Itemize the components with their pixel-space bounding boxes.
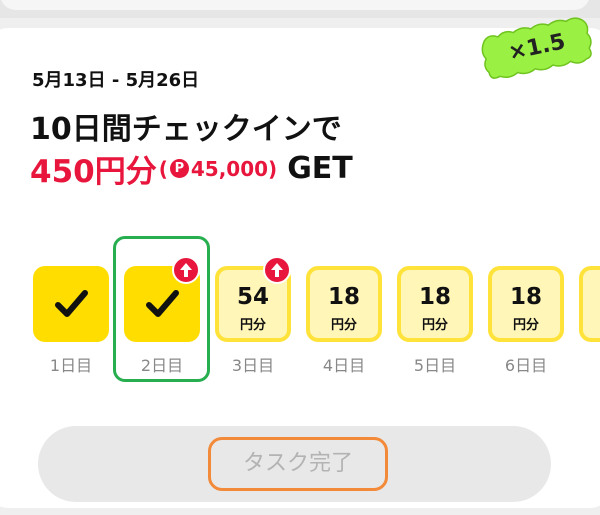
- previous-card-bottom: [0, 0, 590, 10]
- day-1-label: 1日目: [49, 356, 93, 375]
- reward-paren-open: (: [158, 156, 168, 181]
- points-icon: P: [169, 159, 189, 178]
- day-6-amount: 18: [509, 284, 542, 310]
- day-4-label: 4日目: [322, 356, 366, 375]
- day-5-label: 5日目: [413, 356, 457, 375]
- day-5-unit: 円分: [421, 318, 448, 333]
- day-4-stamp: 18 円分: [306, 266, 382, 342]
- day-1-stamp: [33, 266, 109, 342]
- reward-get: GET: [287, 151, 353, 186]
- day-5-stamp: 18 円分: [397, 266, 473, 342]
- day-6-stamp: 18 円分: [488, 266, 564, 342]
- day-3-amount: 54: [236, 284, 269, 310]
- reward-points: 45,000): [190, 156, 278, 181]
- campaign-headline: 10日間チェックインで: [30, 112, 342, 147]
- previous-card-strip: [0, 0, 600, 18]
- reward-line: 450円分 ( P 45,000) GET: [30, 146, 353, 191]
- day-3-unit: 円分: [239, 318, 266, 333]
- campaign-period: 5月13日 - 5月26日: [32, 70, 200, 91]
- check-icon: [55, 290, 88, 317]
- day-2-highlight: [113, 236, 210, 382]
- up-arrow-icon: [263, 256, 291, 284]
- day-3-label: 3日目: [231, 356, 275, 375]
- day-4-amount: 18: [327, 284, 360, 310]
- day-5-amount: 18: [418, 284, 451, 310]
- reward-amount: 450円分: [30, 154, 157, 190]
- day-6-label: 6日目: [504, 356, 548, 375]
- up-arrow-icon-shape: [271, 263, 283, 277]
- day-7-stamp-partial: [579, 266, 600, 342]
- day-4-unit: 円分: [330, 318, 357, 333]
- task-complete-label: タスク完了: [208, 437, 388, 491]
- day-6-unit: 円分: [512, 318, 539, 333]
